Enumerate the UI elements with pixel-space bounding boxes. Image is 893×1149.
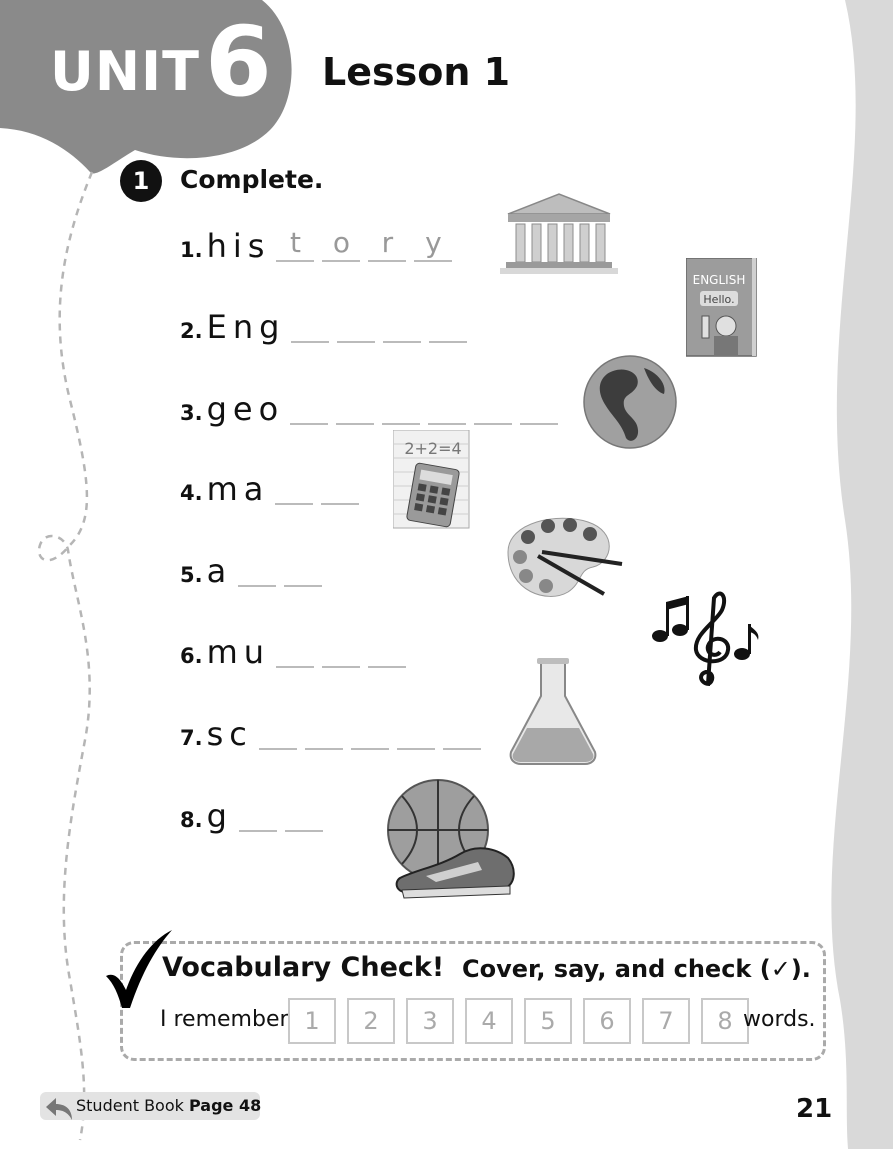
item-number: 2. (180, 319, 203, 343)
book-greeting: Hello. (703, 293, 734, 306)
word-count-boxes: 12345678 (288, 998, 760, 1044)
word-stem: Eng (206, 308, 286, 346)
letter-blank[interactable] (382, 389, 421, 425)
word-count-box[interactable]: 5 (524, 998, 572, 1044)
basketball-shoe-icon (387, 779, 515, 899)
exercise-instruction: Complete. (180, 165, 324, 194)
letter-blank[interactable] (284, 796, 323, 832)
word-count-box[interactable]: 3 (406, 998, 454, 1044)
letter-blank[interactable] (474, 389, 513, 425)
letter-blank[interactable] (275, 469, 314, 505)
answer-blanks: tory (276, 226, 460, 262)
globe-icon (583, 355, 677, 449)
answer-blanks (258, 714, 489, 750)
remember-label: I remember (160, 1007, 289, 1032)
calculator-icon: 2+2=4 (393, 430, 470, 529)
letter-blank[interactable] (238, 551, 277, 587)
item-number: 6. (180, 644, 203, 668)
word-stem: g (206, 797, 233, 835)
letter-blank[interactable] (276, 632, 315, 668)
item-number: 3. (180, 401, 203, 425)
item-number: 8. (180, 808, 203, 832)
letter-blank[interactable] (321, 469, 360, 505)
letter-blank[interactable]: r (368, 226, 407, 262)
word-stem: ma (206, 470, 270, 508)
exercise-item: 8. g (180, 792, 331, 832)
exercise-item: 3. geo (180, 385, 566, 425)
letter-blank[interactable] (291, 307, 330, 343)
word-count-box[interactable]: 6 (583, 998, 631, 1044)
building-icon (500, 193, 618, 274)
word-count-box[interactable]: 2 (347, 998, 395, 1044)
word-count-box[interactable]: 1 (288, 998, 336, 1044)
book-title: ENGLISH (693, 273, 746, 287)
vocabulary-check-title: Vocabulary Check! (162, 952, 445, 983)
letter-blank[interactable]: t (276, 226, 315, 262)
letter-blank[interactable] (520, 389, 559, 425)
flask-icon (509, 658, 597, 765)
exercise-item: 7. sc (180, 710, 489, 750)
letter-blank[interactable] (337, 307, 376, 343)
answer-blanks (275, 469, 367, 505)
word-count-box[interactable]: 4 (465, 998, 513, 1044)
letter-blank[interactable] (396, 714, 435, 750)
answer-blanks (238, 551, 330, 587)
word-stem: sc (206, 715, 253, 753)
word-count-box[interactable]: 8 (701, 998, 749, 1044)
answer-blanks (290, 389, 566, 425)
exercise-item: 5. a (180, 547, 330, 587)
word-count-box[interactable]: 7 (642, 998, 690, 1044)
vocabulary-check-instruction: Cover, say, and check (✓). (462, 955, 811, 983)
item-number: 4. (180, 481, 203, 505)
student-book-page: Page 48 (188, 1096, 262, 1115)
student-book-label: Student Book (76, 1096, 184, 1115)
answer-blanks (291, 307, 475, 343)
right-margin-band (831, 0, 893, 1149)
music-notes-icon (652, 591, 759, 686)
word-stem: a (206, 552, 233, 590)
english-book-icon: ENGLISH Hello. (686, 258, 757, 357)
letter-blank[interactable] (428, 389, 467, 425)
exercise-number-badge: 1 (120, 160, 162, 202)
answer-blanks (238, 796, 331, 832)
words-label: words. (743, 1007, 816, 1032)
word-stem: mu (206, 633, 271, 671)
exercise-item: 6. mu (180, 628, 414, 668)
letter-blank[interactable] (350, 714, 389, 750)
letter-blank[interactable] (238, 796, 277, 832)
letter-blank[interactable] (322, 632, 361, 668)
letter-blank[interactable] (368, 632, 407, 668)
letter-blank[interactable]: o (322, 226, 361, 262)
letter-blank[interactable] (336, 389, 375, 425)
letter-blank[interactable] (258, 714, 297, 750)
letter-blank[interactable] (290, 389, 329, 425)
item-number: 7. (180, 726, 203, 750)
lesson-title: Lesson 1 (322, 50, 511, 94)
palette-icon (507, 517, 623, 597)
math-equation: 2+2=4 (404, 439, 461, 458)
letter-blank[interactable] (429, 307, 468, 343)
letter-blank[interactable] (442, 714, 481, 750)
letter-blank[interactable] (284, 551, 323, 587)
back-arrow-icon (46, 1098, 72, 1120)
letter-blank[interactable] (304, 714, 343, 750)
exercise-item: 4. ma (180, 465, 367, 505)
item-number: 1. (180, 238, 203, 262)
unit-label: UNIT (50, 40, 200, 103)
exercise-item: 2. Eng (180, 303, 475, 343)
unit-number: 6 (205, 6, 272, 118)
letter-blank[interactable] (383, 307, 422, 343)
word-stem: geo (206, 390, 285, 428)
decorative-dashed-line (37, 171, 94, 1141)
item-number: 5. (180, 563, 203, 587)
exercise-item: 1. his t o r y (180, 222, 460, 262)
letter-blank[interactable]: y (414, 226, 453, 262)
student-book-reference: Student Book Page 48 (76, 1096, 261, 1115)
answer-blanks (276, 632, 414, 668)
word-stem: his (206, 227, 271, 265)
page-number: 21 (796, 1094, 833, 1124)
